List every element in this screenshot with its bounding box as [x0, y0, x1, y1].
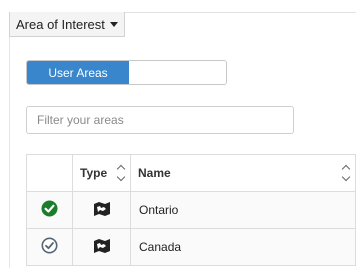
- filter-areas-input[interactable]: [26, 106, 294, 134]
- row-select-cell[interactable]: [26, 228, 73, 266]
- aoi-panel: Area of Interest User Areas Type Name: [0, 0, 356, 268]
- panel-left-divider: [9, 37, 10, 268]
- table-row[interactable]: Ontario: [26, 191, 356, 229]
- map-icon: [93, 238, 111, 257]
- area-source-toggle: User Areas: [26, 60, 227, 85]
- caret-down-icon: [109, 21, 118, 27]
- check-circle-outline-icon[interactable]: [41, 237, 58, 257]
- row-name-cell: Ontario: [130, 191, 356, 229]
- user-areas-toggle-button[interactable]: User Areas: [27, 61, 129, 84]
- type-column-header[interactable]: Type: [72, 154, 131, 192]
- areas-table: Type Name Ontario Canada: [26, 154, 356, 266]
- panel-top-divider: [120, 12, 356, 13]
- type-column-label: Type: [80, 166, 108, 180]
- table-row[interactable]: Canada: [26, 228, 356, 266]
- row-type-cell: [72, 191, 131, 229]
- select-column-header: [26, 154, 73, 192]
- area-of-interest-dropdown[interactable]: Area of Interest: [9, 12, 125, 37]
- row-select-cell[interactable]: [26, 191, 73, 229]
- sort-icon[interactable]: [341, 164, 351, 182]
- map-icon: [93, 201, 111, 220]
- name-column-label: Name: [138, 166, 171, 180]
- table-header-row: Type Name: [26, 154, 356, 192]
- other-areas-toggle-button[interactable]: [129, 61, 226, 84]
- area-of-interest-label: Area of Interest: [16, 16, 105, 32]
- sort-icon[interactable]: [116, 164, 126, 182]
- check-circle-filled-icon[interactable]: [41, 200, 58, 220]
- name-column-header[interactable]: Name: [130, 154, 356, 192]
- row-name-cell: Canada: [130, 228, 356, 266]
- row-type-cell: [72, 228, 131, 266]
